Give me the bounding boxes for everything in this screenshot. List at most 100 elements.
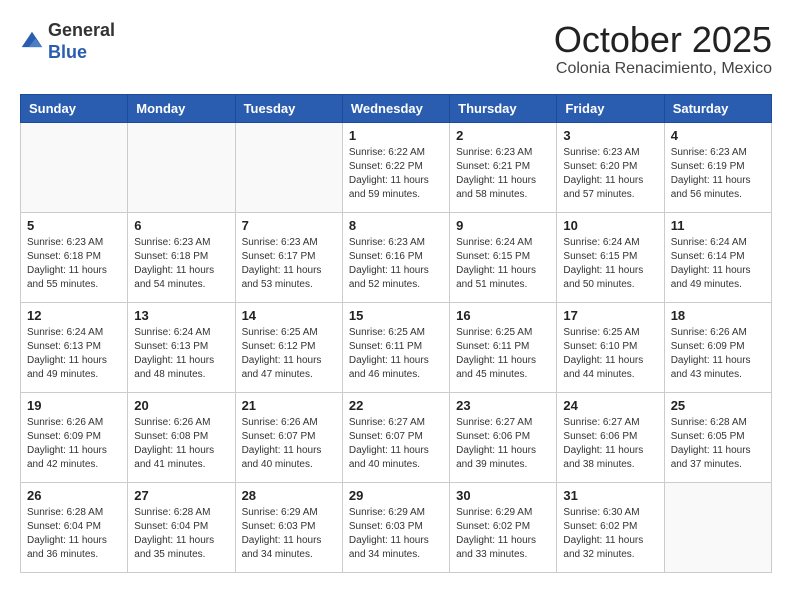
weekday-header-thursday: Thursday (450, 94, 557, 122)
calendar-cell: 1 Sunrise: 6:22 AM Sunset: 6:22 PM Daylig… (342, 122, 449, 212)
calendar-cell (21, 122, 128, 212)
calendar-cell: 2Sunrise: 6:23 AM Sunset: 6:21 PM Daylig… (450, 122, 557, 212)
day-info: Sunrise: 6:23 AM Sunset: 6:18 PM Dayligh… (134, 236, 228, 292)
day-info: Sunrise: 6:23 AM Sunset: 6:17 PM Dayligh… (242, 236, 336, 292)
page-header: General Blue October 2025 Colonia Renaci… (20, 20, 772, 78)
day-number: 18 (671, 308, 765, 323)
day-number: 1 (349, 128, 443, 143)
day-number: 20 (134, 398, 228, 413)
day-info: Sunrise: 6:22 AM Sunset: 6:22 PM Dayligh… (349, 146, 443, 202)
day-info: Sunrise: 6:28 AM Sunset: 6:05 PM Dayligh… (671, 416, 765, 472)
day-info: Sunrise: 6:28 AM Sunset: 6:04 PM Dayligh… (27, 506, 121, 562)
location: Colonia Renacimiento, Mexico (554, 60, 772, 78)
day-number: 6 (134, 218, 228, 233)
day-info: Sunrise: 6:26 AM Sunset: 6:08 PM Dayligh… (134, 416, 228, 472)
day-number: 29 (349, 488, 443, 503)
day-number: 11 (671, 218, 765, 233)
calendar-cell: 9 Sunrise: 6:24 AM Sunset: 6:15 PM Daylig… (450, 212, 557, 302)
calendar-cell: 26 Sunrise: 6:28 AM Sunset: 6:04 PM Dayli… (21, 482, 128, 572)
logo-text: General Blue (48, 20, 115, 63)
calendar-cell: 13 Sunrise: 6:24 AM Sunset: 6:13 PM Dayli… (128, 302, 235, 392)
day-number: 15 (349, 308, 443, 323)
weekday-header-wednesday: Wednesday (342, 94, 449, 122)
day-number: 7 (242, 218, 336, 233)
day-info: Sunrise: 6:24 AM Sunset: 6:15 PM Dayligh… (563, 236, 657, 292)
logo: General Blue (20, 20, 115, 63)
calendar-cell: 23 Sunrise: 6:27 AM Sunset: 6:06 PM Dayli… (450, 392, 557, 482)
calendar-cell: 5Sunrise: 6:23 AM Sunset: 6:18 PM Daylig… (21, 212, 128, 302)
day-number: 8 (349, 218, 443, 233)
day-number: 10 (563, 218, 657, 233)
day-info: Sunrise: 6:29 AM Sunset: 6:03 PM Dayligh… (349, 506, 443, 562)
calendar-cell (128, 122, 235, 212)
day-info: Sunrise: 6:27 AM Sunset: 6:06 PM Dayligh… (563, 416, 657, 472)
day-info: Sunrise: 6:25 AM Sunset: 6:10 PM Dayligh… (563, 326, 657, 382)
day-number: 3 (563, 128, 657, 143)
calendar-cell: 11 Sunrise: 6:24 AM Sunset: 6:14 PM Dayli… (664, 212, 771, 302)
calendar-week-3: 12 Sunrise: 6:24 AM Sunset: 6:13 PM Dayli… (21, 302, 772, 392)
calendar-cell: 25 Sunrise: 6:28 AM Sunset: 6:05 PM Dayli… (664, 392, 771, 482)
calendar-cell: 6 Sunrise: 6:23 AM Sunset: 6:18 PM Daylig… (128, 212, 235, 302)
day-number: 26 (27, 488, 121, 503)
calendar-cell: 17 Sunrise: 6:25 AM Sunset: 6:10 PM Dayli… (557, 302, 664, 392)
weekday-header-sunday: Sunday (21, 94, 128, 122)
day-number: 12 (27, 308, 121, 323)
day-number: 21 (242, 398, 336, 413)
calendar-cell: 22Sunrise: 6:27 AM Sunset: 6:07 PM Dayli… (342, 392, 449, 482)
calendar-week-4: 19Sunrise: 6:26 AM Sunset: 6:09 PM Dayli… (21, 392, 772, 482)
day-number: 30 (456, 488, 550, 503)
day-info: Sunrise: 6:30 AM Sunset: 6:02 PM Dayligh… (563, 506, 657, 562)
calendar-table: SundayMondayTuesdayWednesdayThursdayFrid… (20, 94, 772, 573)
day-info: Sunrise: 6:28 AM Sunset: 6:04 PM Dayligh… (134, 506, 228, 562)
calendar-cell: 16Sunrise: 6:25 AM Sunset: 6:11 PM Dayli… (450, 302, 557, 392)
day-info: Sunrise: 6:24 AM Sunset: 6:14 PM Dayligh… (671, 236, 765, 292)
day-info: Sunrise: 6:25 AM Sunset: 6:11 PM Dayligh… (456, 326, 550, 382)
calendar-cell: 7 Sunrise: 6:23 AM Sunset: 6:17 PM Daylig… (235, 212, 342, 302)
day-info: Sunrise: 6:23 AM Sunset: 6:16 PM Dayligh… (349, 236, 443, 292)
calendar-cell (235, 122, 342, 212)
calendar-cell: 15 Sunrise: 6:25 AM Sunset: 6:11 PM Dayli… (342, 302, 449, 392)
day-info: Sunrise: 6:25 AM Sunset: 6:11 PM Dayligh… (349, 326, 443, 382)
day-info: Sunrise: 6:24 AM Sunset: 6:13 PM Dayligh… (27, 326, 121, 382)
day-info: Sunrise: 6:27 AM Sunset: 6:06 PM Dayligh… (456, 416, 550, 472)
weekday-header-friday: Friday (557, 94, 664, 122)
day-number: 28 (242, 488, 336, 503)
day-info: Sunrise: 6:26 AM Sunset: 6:07 PM Dayligh… (242, 416, 336, 472)
day-number: 14 (242, 308, 336, 323)
day-number: 2 (456, 128, 550, 143)
day-info: Sunrise: 6:29 AM Sunset: 6:02 PM Dayligh… (456, 506, 550, 562)
day-number: 17 (563, 308, 657, 323)
calendar-header-row: SundayMondayTuesdayWednesdayThursdayFrid… (21, 94, 772, 122)
day-number: 25 (671, 398, 765, 413)
calendar-cell: 3 Sunrise: 6:23 AM Sunset: 6:20 PM Daylig… (557, 122, 664, 212)
day-number: 4 (671, 128, 765, 143)
weekday-header-saturday: Saturday (664, 94, 771, 122)
calendar-cell: 31 Sunrise: 6:30 AM Sunset: 6:02 PM Dayli… (557, 482, 664, 572)
day-info: Sunrise: 6:23 AM Sunset: 6:20 PM Dayligh… (563, 146, 657, 202)
day-info: Sunrise: 6:23 AM Sunset: 6:19 PM Dayligh… (671, 146, 765, 202)
calendar-week-5: 26 Sunrise: 6:28 AM Sunset: 6:04 PM Dayli… (21, 482, 772, 572)
title-block: October 2025 Colonia Renacimiento, Mexic… (554, 20, 772, 78)
day-number: 13 (134, 308, 228, 323)
day-info: Sunrise: 6:29 AM Sunset: 6:03 PM Dayligh… (242, 506, 336, 562)
day-number: 31 (563, 488, 657, 503)
day-number: 22 (349, 398, 443, 413)
logo-icon (20, 30, 44, 54)
calendar-week-1: 1 Sunrise: 6:22 AM Sunset: 6:22 PM Daylig… (21, 122, 772, 212)
calendar-cell: 27 Sunrise: 6:28 AM Sunset: 6:04 PM Dayli… (128, 482, 235, 572)
calendar-cell: 20 Sunrise: 6:26 AM Sunset: 6:08 PM Dayli… (128, 392, 235, 482)
calendar-cell (664, 482, 771, 572)
calendar-body: 1 Sunrise: 6:22 AM Sunset: 6:22 PM Daylig… (21, 122, 772, 572)
day-number: 9 (456, 218, 550, 233)
calendar-cell: 12 Sunrise: 6:24 AM Sunset: 6:13 PM Dayli… (21, 302, 128, 392)
calendar-cell: 10 Sunrise: 6:24 AM Sunset: 6:15 PM Dayli… (557, 212, 664, 302)
day-info: Sunrise: 6:24 AM Sunset: 6:13 PM Dayligh… (134, 326, 228, 382)
calendar-week-2: 5Sunrise: 6:23 AM Sunset: 6:18 PM Daylig… (21, 212, 772, 302)
day-number: 27 (134, 488, 228, 503)
day-number: 23 (456, 398, 550, 413)
day-number: 24 (563, 398, 657, 413)
calendar-cell: 30 Sunrise: 6:29 AM Sunset: 6:02 PM Dayli… (450, 482, 557, 572)
day-info: Sunrise: 6:24 AM Sunset: 6:15 PM Dayligh… (456, 236, 550, 292)
calendar-cell: 24 Sunrise: 6:27 AM Sunset: 6:06 PM Dayli… (557, 392, 664, 482)
month-title: October 2025 (554, 20, 772, 60)
